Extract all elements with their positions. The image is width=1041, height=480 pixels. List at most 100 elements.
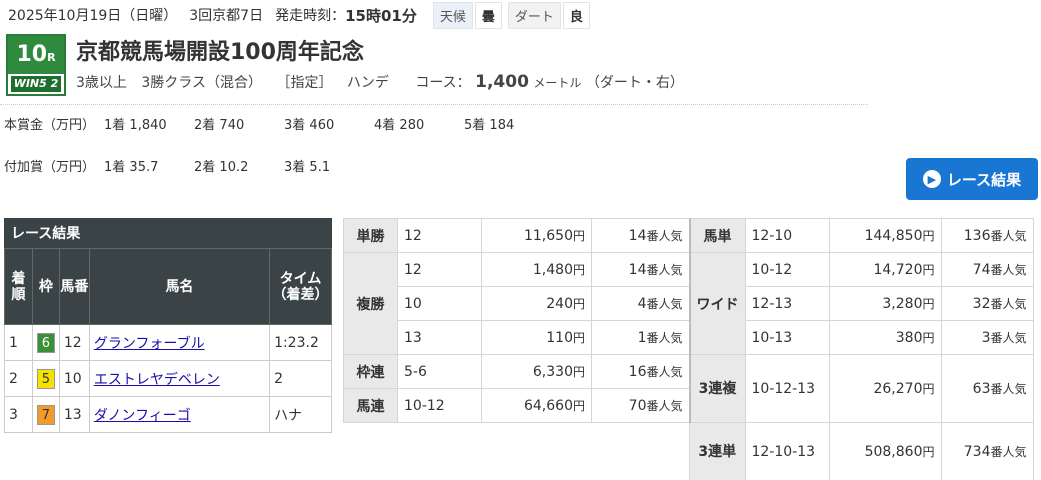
payout-row: 13 110円 1番人気 10-13 380円 3番人気 — [344, 320, 1034, 355]
popularity: 32番人気 — [940, 286, 1034, 321]
weather-value: 曇 — [474, 1, 502, 29]
place: 3 — [4, 396, 33, 433]
payout-amount: 144,850円 — [828, 218, 942, 253]
combination: 12-10 — [744, 218, 830, 253]
popularity: 3番人気 — [940, 320, 1034, 355]
bet-type-umatan: 馬単 — [689, 218, 746, 253]
race-conditions: 3歳以上 3勝クラス（混合） ［指定］ ハンデ コース： 1,400 メートル … — [76, 72, 694, 92]
divider — [0, 104, 868, 105]
payout-amount: 380円 — [828, 320, 942, 355]
bet-type-sanrenpuku: 3連複 — [689, 354, 746, 423]
payout-row: 単勝 12 11,650円 14番人気 馬単 12-10 144,850円 13… — [343, 218, 1034, 253]
race-title: 京都競馬場開設100周年記念 — [76, 40, 364, 65]
race-result-caption: レース結果 — [4, 218, 332, 248]
payout-row: 3連単 12-10-13 508,860円 734番人気 — [344, 422, 1034, 480]
horse-number: 13 — [58, 396, 90, 433]
race-result-button[interactable]: ▶ レース結果 — [906, 158, 1038, 200]
track-label: ダート — [507, 1, 561, 29]
combination: 5-6 — [397, 354, 482, 389]
place: 1 — [4, 324, 33, 361]
horse-name-link[interactable]: ダノンフィーゴ — [94, 408, 191, 424]
race-date: 2025年10月19日（日曜） — [8, 8, 178, 24]
main-prize-label: 本賞金（万円） — [4, 118, 96, 133]
payout-amount: 240円 — [481, 286, 592, 321]
combination: 13 — [397, 320, 482, 355]
start-time: 15時01分 — [345, 6, 417, 25]
popularity: 16番人気 — [591, 354, 691, 389]
prize-rank-4: 4着 280 — [374, 118, 425, 133]
payout-amount: 508,860円 — [828, 422, 942, 480]
table-row: 2 5 10 エストレヤデベレン 2 — [4, 360, 332, 397]
course-label: コース： — [415, 75, 471, 91]
bet-type-wide: ワイド — [689, 252, 746, 355]
payout-amount: 26,270円 — [828, 354, 942, 423]
popularity: 4番人気 — [591, 286, 691, 321]
combination: 12 — [397, 252, 482, 287]
col-place: 着順 — [4, 248, 33, 325]
popularity: 1番人気 — [591, 320, 691, 355]
waku-badge: 7 — [36, 404, 55, 425]
track-condition: 良 — [562, 1, 590, 29]
course-distance: 1,400 — [475, 72, 529, 92]
payout-amount: 1,480円 — [481, 252, 592, 287]
course-unit: メートル — [533, 76, 582, 90]
race-number-badge: 10R WIN5 2 — [6, 34, 66, 96]
combination: 10-12-13 — [744, 354, 830, 423]
extra-rank-1: 1着 35.7 — [104, 160, 159, 175]
payout-table: 単勝 12 11,650円 14番人気 馬単 12-10 144,850円 13… — [343, 218, 1034, 480]
combination: 10-12 — [397, 388, 482, 423]
combination: 12 — [397, 218, 482, 253]
horse-number: 12 — [58, 324, 90, 361]
margin: 2 — [269, 360, 332, 397]
payout-amount: 14,720円 — [828, 252, 942, 287]
payout-row: 枠連 5-6 6,330円 16番人気 3連複 10-12-13 26,270円… — [343, 354, 1034, 423]
prize-rank-1: 1着 1,840 — [104, 118, 167, 133]
race-info-line: 2025年10月19日（日曜） 3回京都7日 発走時刻： 15時01分 天候 曇… — [8, 1, 590, 29]
popularity: 70番人気 — [591, 388, 691, 423]
payout-amount: 11,650円 — [481, 218, 592, 253]
win5-icon: WIN5 2 — [11, 76, 61, 92]
margin: ハナ — [269, 396, 332, 433]
place: 2 — [4, 360, 33, 397]
combination: 10-12 — [744, 252, 830, 287]
race-age: 3歳以上 — [76, 75, 127, 91]
combination: 12-10-13 — [744, 422, 830, 480]
start-time-label: 発走時刻： — [275, 8, 346, 24]
horse-name-link[interactable]: グランフォーブル — [94, 336, 205, 352]
finish-time: 1:23.2 — [269, 324, 332, 361]
horse-name-link[interactable]: エストレヤデベレン — [94, 372, 220, 388]
bet-type-sanrentan: 3連単 — [689, 422, 746, 480]
payout-amount: 6,330円 — [481, 354, 592, 389]
prize-rank-5: 5着 184 — [464, 118, 515, 133]
prize-rank-3: 3着 460 — [284, 118, 335, 133]
col-time: タイム（着差） — [269, 248, 332, 325]
popularity: 14番人気 — [591, 218, 691, 253]
race-class: 3勝クラス（混合） — [141, 75, 263, 91]
popularity: 63番人気 — [940, 354, 1034, 423]
combination: 10-13 — [744, 320, 830, 355]
col-horse-name: 馬名 — [88, 248, 271, 325]
chevron-right-icon: ▶ — [922, 170, 941, 188]
popularity: 74番人気 — [940, 252, 1034, 287]
bet-type-wakuren: 枠連 — [343, 354, 398, 389]
col-horse-number: 馬番 — [58, 248, 90, 325]
horse-number: 10 — [58, 360, 90, 397]
race-weight-rule: ハンデ — [346, 75, 389, 91]
table-row: 3 7 13 ダノンフィーゴ ハナ — [4, 396, 332, 433]
course-surface: （ダート・右） — [585, 75, 684, 91]
payout-amount: 64,660円 — [481, 388, 592, 423]
race-result-button-label: レース結果 — [946, 170, 1022, 189]
bet-type-fukusho: 複勝 — [343, 252, 398, 355]
extra-rank-2: 2着 10.2 — [194, 160, 249, 175]
popularity: 136番人気 — [940, 218, 1034, 253]
race-number: 10R — [8, 36, 64, 74]
race-meeting: 3回京都7日 — [189, 8, 264, 24]
table-row: 1 6 12 グランフォーブル 1:23.2 — [4, 324, 332, 361]
combination: 10 — [397, 286, 482, 321]
extra-rank-3: 3着 5.1 — [284, 160, 331, 175]
popularity: 734番人気 — [940, 422, 1034, 480]
payout-amount: 3,280円 — [828, 286, 942, 321]
payout-amount: 110円 — [481, 320, 592, 355]
waku-badge: 5 — [36, 368, 55, 389]
popularity: 14番人気 — [591, 252, 691, 287]
